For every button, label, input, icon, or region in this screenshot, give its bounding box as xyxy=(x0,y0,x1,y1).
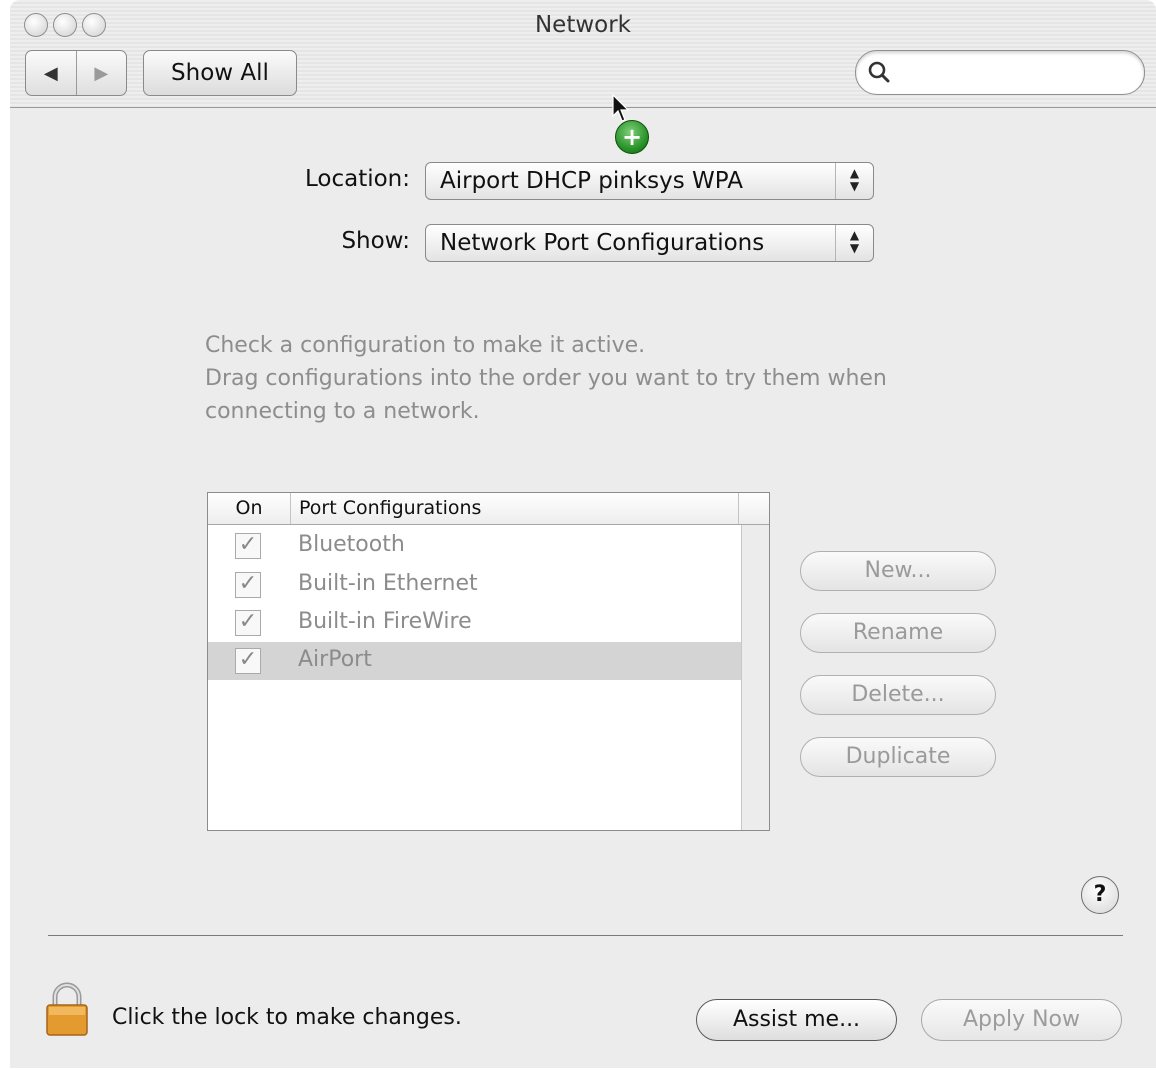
popup-arrows-icon: ▲ ▼ xyxy=(835,163,873,199)
table-row-built-in-ethernet[interactable]: ✓ Built-in Ethernet xyxy=(208,566,741,604)
row-label: Built-in Ethernet xyxy=(298,571,478,596)
instructions-line-1: Check a configuration to make it active. xyxy=(205,333,646,358)
location-popup[interactable]: Airport DHCP pinksys WPA ▲ ▼ xyxy=(425,162,874,200)
window-title: Network xyxy=(534,12,632,38)
new-button[interactable]: New... xyxy=(800,551,996,591)
popup-arrows-icon: ▲ ▼ xyxy=(835,225,873,261)
search-input[interactable] xyxy=(896,59,1130,87)
network-preferences-window: Network ◀ ▶ Show All + Location: Airport… xyxy=(10,0,1156,1068)
show-all-button[interactable]: Show All xyxy=(143,50,297,96)
show-value: Network Port Configurations xyxy=(440,230,765,256)
rename-button[interactable]: Rename xyxy=(800,613,996,653)
forward-button[interactable]: ▶ xyxy=(77,51,127,95)
checkbox-built-in-ethernet[interactable]: ✓ xyxy=(235,572,261,598)
row-label: AirPort xyxy=(298,647,372,672)
row-label: Bluetooth xyxy=(298,532,405,557)
column-header-on[interactable]: On xyxy=(208,493,291,524)
table-row-built-in-firewire[interactable]: ✓ Built-in FireWire xyxy=(208,604,741,642)
apply-now-button[interactable]: Apply Now xyxy=(921,999,1122,1041)
checkbox-built-in-firewire[interactable]: ✓ xyxy=(235,610,261,636)
back-button[interactable]: ◀ xyxy=(26,51,77,95)
instructions-text: Check a configuration to make it active.… xyxy=(205,329,995,428)
drag-add-badge-icon: + xyxy=(615,120,649,154)
help-button[interactable]: ? xyxy=(1081,876,1119,914)
instructions-line-2: Drag configurations into the order you w… xyxy=(205,366,887,424)
assist-me-button[interactable]: Assist me... xyxy=(696,999,897,1041)
show-label: Show: xyxy=(341,228,410,254)
location-value: Airport DHCP pinksys WPA xyxy=(440,168,743,194)
back-arrow-icon: ◀ xyxy=(43,62,58,84)
search-icon xyxy=(868,61,890,83)
table-row-airport[interactable]: ✓ AirPort xyxy=(208,642,741,680)
column-header-port-configurations[interactable]: Port Configurations xyxy=(291,493,739,524)
duplicate-button[interactable]: Duplicate xyxy=(800,737,996,777)
lock-message: Click the lock to make changes. xyxy=(112,1005,462,1030)
delete-button[interactable]: Delete... xyxy=(800,675,996,715)
toolbar: Network ◀ ▶ Show All xyxy=(10,0,1156,108)
checkbox-bluetooth[interactable]: ✓ xyxy=(235,533,261,559)
show-popup[interactable]: Network Port Configurations ▲ ▼ xyxy=(425,224,874,262)
checkbox-airport[interactable]: ✓ xyxy=(235,648,261,674)
table-row-bluetooth[interactable]: ✓ Bluetooth xyxy=(208,527,741,565)
search-field[interactable] xyxy=(855,50,1145,95)
table-header: On Port Configurations xyxy=(208,493,769,525)
port-configurations-table[interactable]: On Port Configurations ✓ Bluetooth ✓ Bui… xyxy=(207,492,770,831)
row-label: Built-in FireWire xyxy=(298,609,472,634)
forward-arrow-icon: ▶ xyxy=(94,62,109,84)
vertical-scrollbar[interactable] xyxy=(741,525,769,830)
footer-divider xyxy=(48,935,1123,936)
back-forward-control: ◀ ▶ xyxy=(25,50,127,96)
lock-icon[interactable] xyxy=(45,982,89,1037)
location-label: Location: xyxy=(304,166,410,192)
